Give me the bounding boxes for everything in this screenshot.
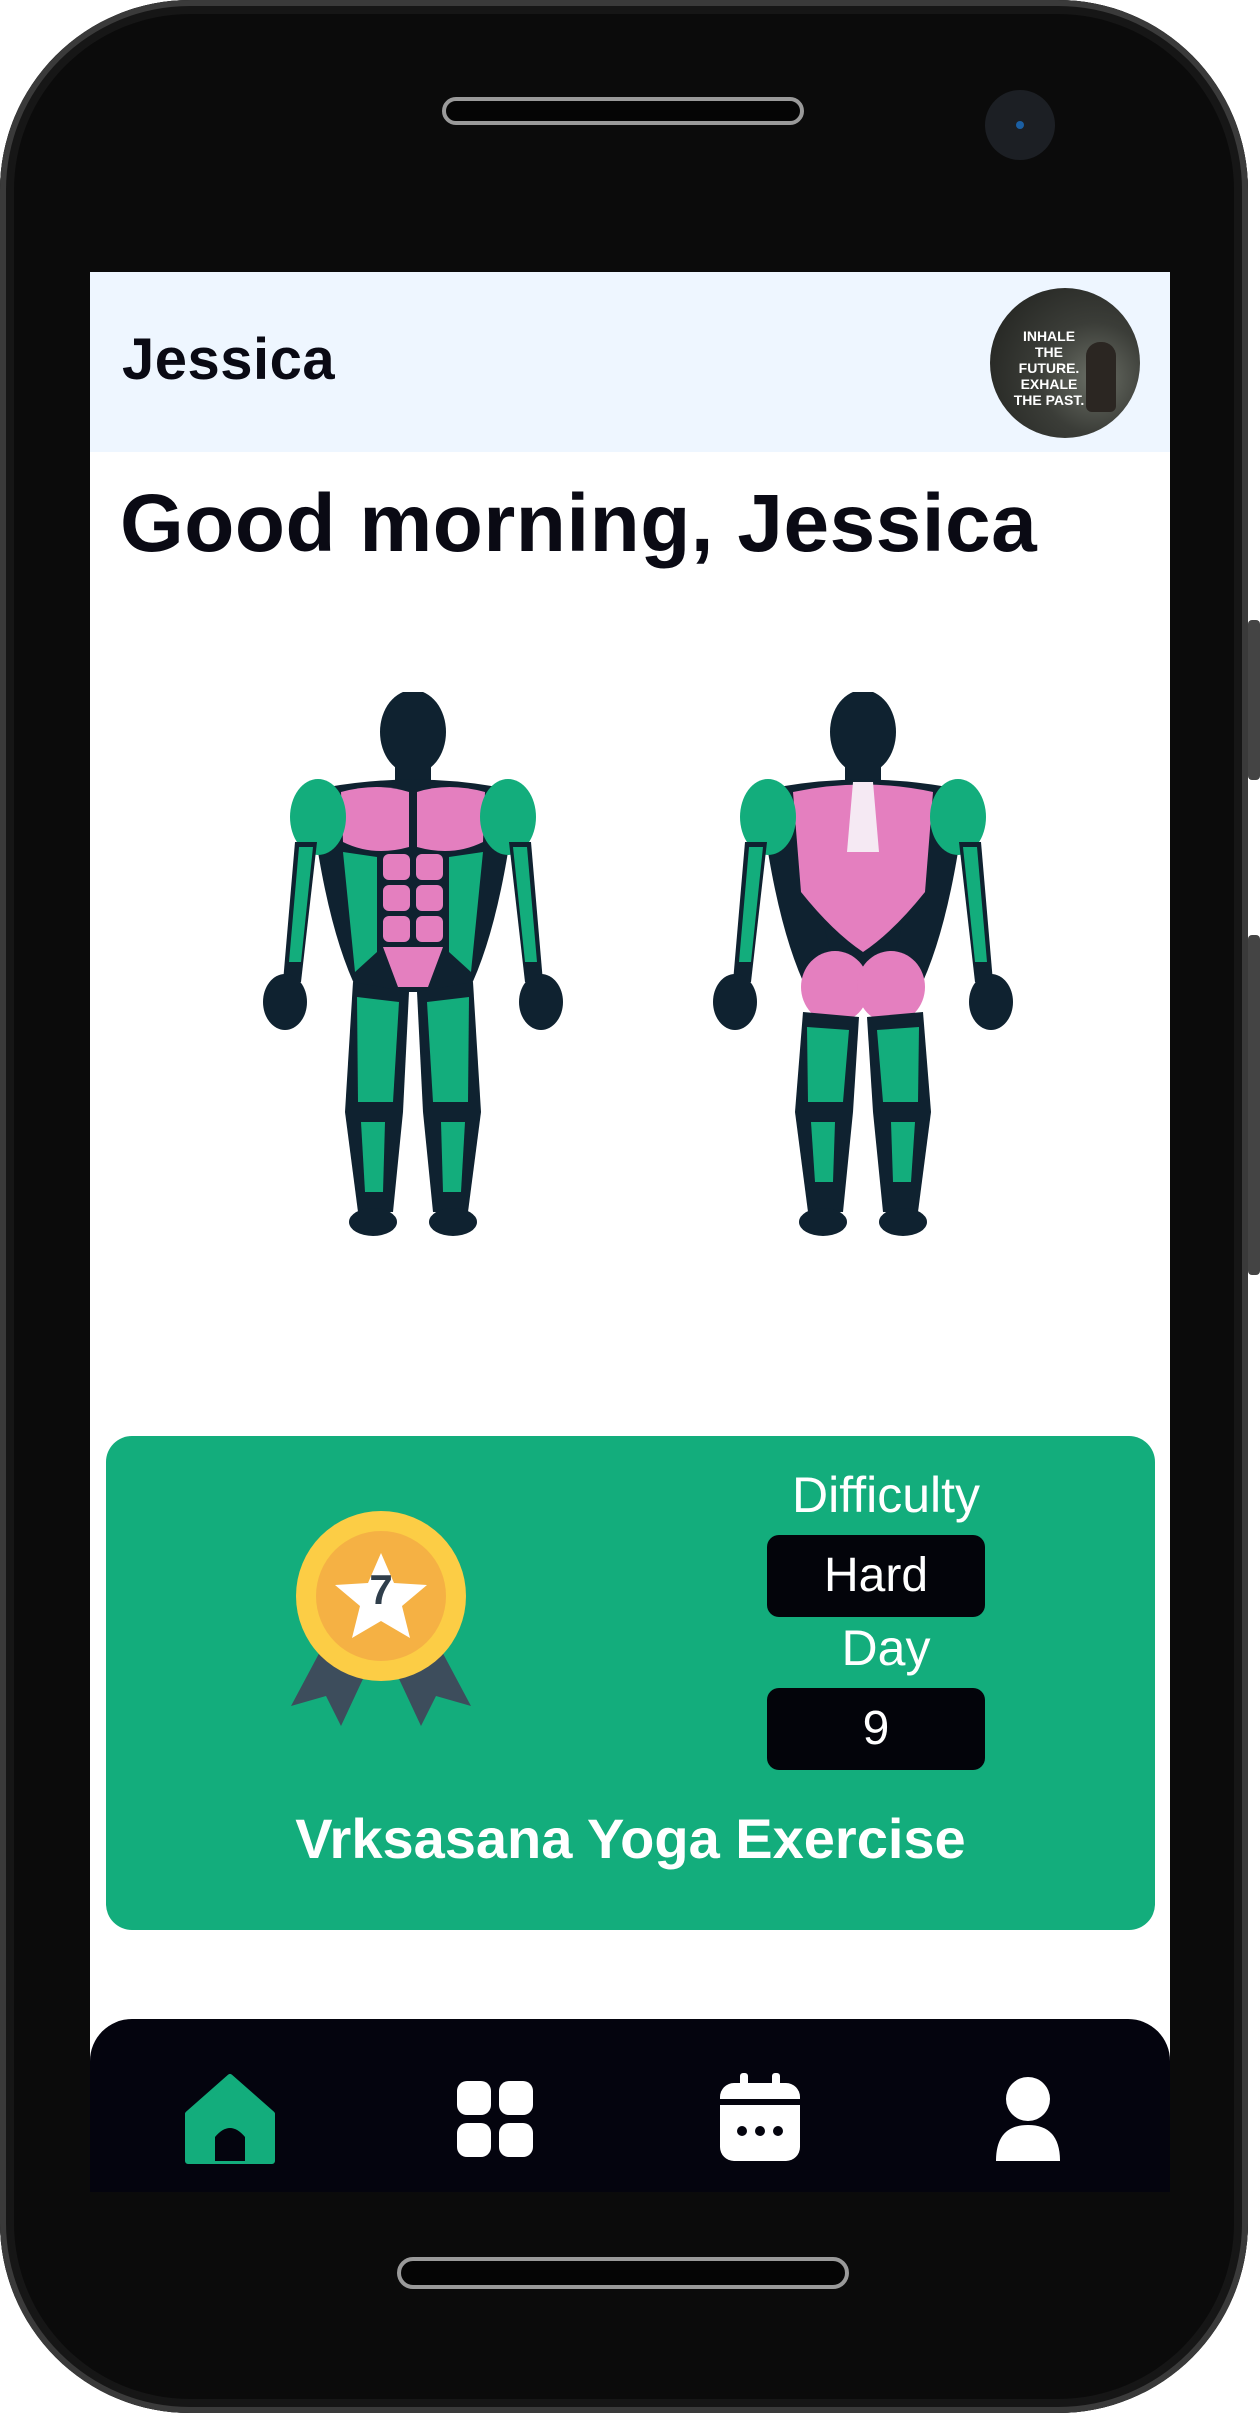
exercise-card[interactable]: 7 Difficulty Hard Day 9 Vrksasana Yoga E… [106,1436,1155,1930]
header-user-name: Jessica [122,327,336,392]
home-icon [185,2074,275,2164]
medal-icon [291,1511,471,1726]
bottom-speaker [397,2257,849,2289]
avatar-quote-line: THE FUTURE. [1018,344,1080,376]
medal-badge: 7 [281,1511,481,1731]
power-button [1248,935,1260,1275]
day-value: 9 [767,1688,985,1770]
phone-frame: Jessica INHALE THE FUTURE. EXHALE THE PA… [0,0,1260,2415]
top-bar: Jessica INHALE THE FUTURE. EXHALE THE PA… [90,272,1170,452]
muscle-map [263,692,1013,1236]
earpiece-speaker [442,97,804,125]
avatar-quote-line: THE PAST. [1013,392,1085,408]
difficulty-value: Hard [767,1535,985,1617]
avatar-quote-line: EXHALE [1020,376,1078,392]
day-label: Day [841,1620,931,1676]
avatar-person-silhouette [1086,342,1116,412]
avatar[interactable]: INHALE THE FUTURE. EXHALE THE PAST. [990,288,1140,438]
greeting-title: Good morning, Jessica [120,478,1038,569]
bottom-nav [90,2019,1170,2192]
nav-grid[interactable] [445,2069,545,2169]
calendar-icon [720,2073,800,2161]
nav-home[interactable] [180,2069,280,2169]
avatar-quote-line: INHALE [1022,328,1076,344]
volume-button [1248,620,1260,780]
profile-icon [996,2077,1060,2161]
body-front-figure[interactable] [263,692,563,1236]
nav-profile[interactable] [978,2069,1078,2169]
front-camera [985,90,1055,160]
difficulty-label: Difficulty [791,1467,980,1523]
nav-calendar[interactable] [710,2069,810,2169]
exercise-title: Vrksasana Yoga Exercise [295,1807,966,1870]
app-screen: Jessica INHALE THE FUTURE. EXHALE THE PA… [90,272,1170,2192]
medal-number: 7 [369,1566,393,1613]
body-back-figure[interactable] [713,692,1013,1236]
avatar-quote: INHALE THE FUTURE. EXHALE THE PAST. [1004,328,1094,408]
grid-icon [457,2081,533,2157]
